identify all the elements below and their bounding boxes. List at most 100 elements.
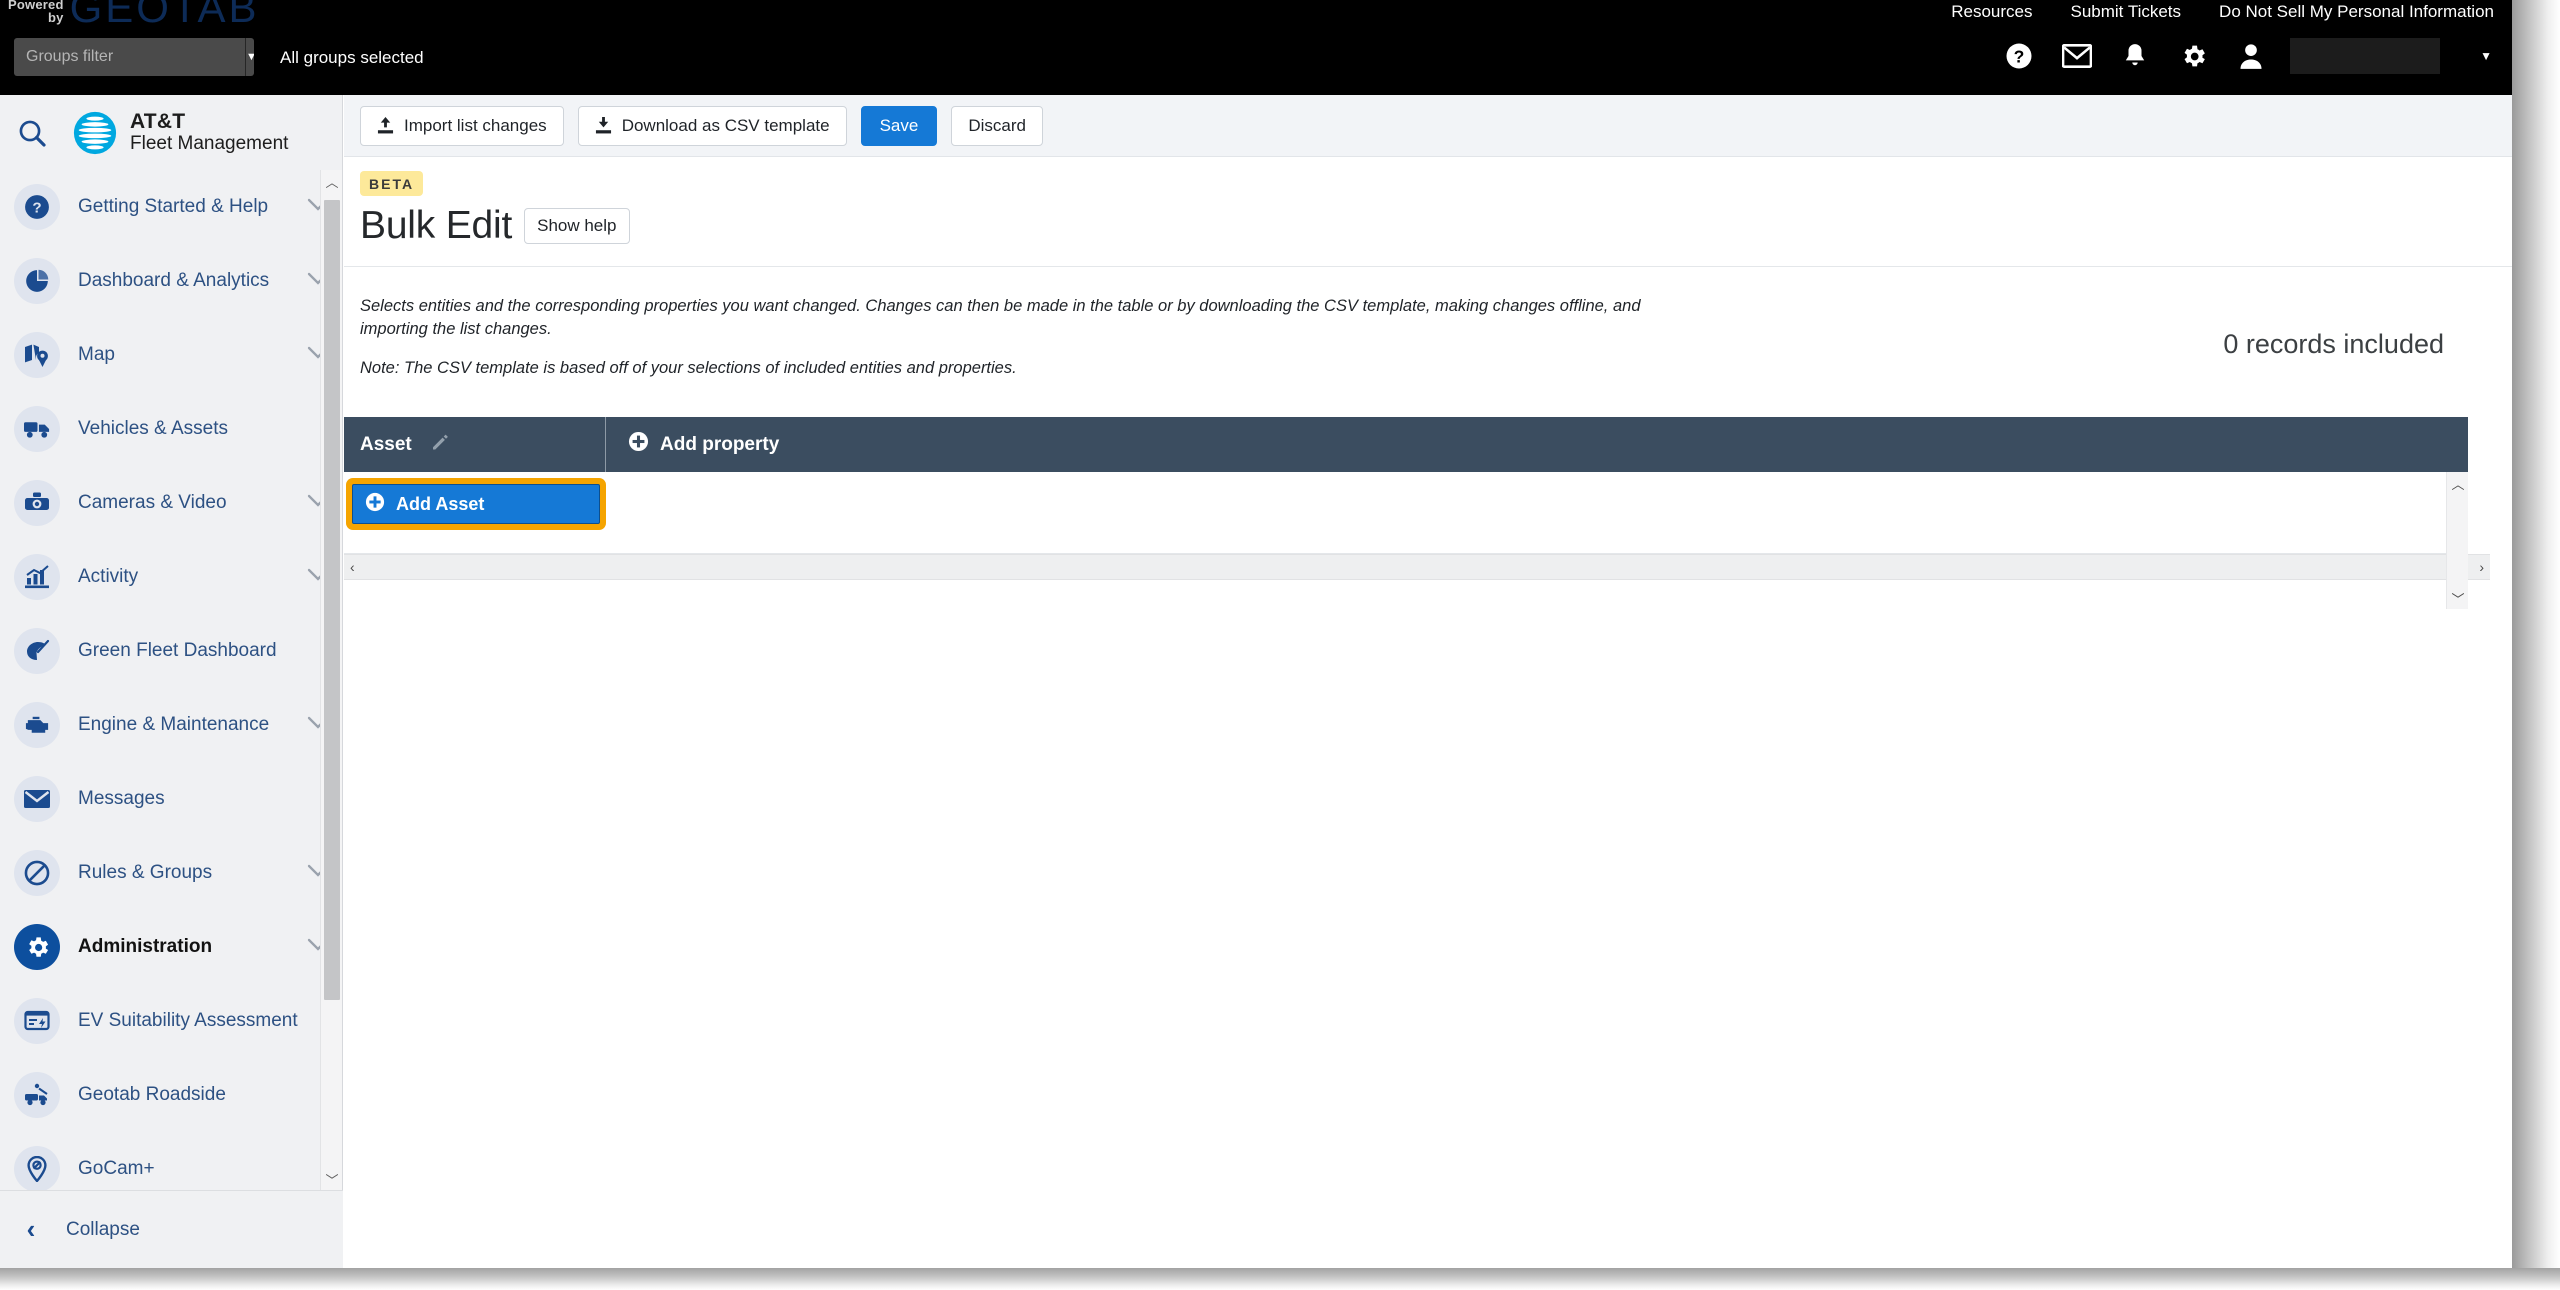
att-brand-line1: AT&T	[130, 109, 186, 133]
import-list-changes-label: Import list changes	[404, 115, 547, 135]
bell-icon[interactable]	[2120, 41, 2150, 71]
sidebar-item-label: EV Suitability Assessment	[78, 1010, 298, 1031]
records-included-count: 0 records included	[2223, 329, 2444, 359]
sidebar-item-dashboard-analytics[interactable]: Dashboard & Analytics	[0, 244, 343, 318]
all-groups-selected-label: All groups selected	[280, 48, 424, 67]
user-icon[interactable]	[2236, 41, 2266, 71]
sidebar-item-label: Cameras & Video	[78, 492, 227, 513]
sidebar-item-rules-groups[interactable]: Rules & Groups	[0, 836, 343, 910]
sidebar-scrollbar[interactable]: ︿ ﹀	[320, 170, 342, 1190]
chevron-down-icon[interactable]: ▼	[245, 38, 254, 76]
column-asset-label: Asset	[360, 433, 412, 455]
gear-icon[interactable]	[2178, 41, 2208, 71]
sidebar-collapse-button[interactable]: ‹ Collapse	[0, 1190, 343, 1268]
table-header-row: Asset Add property	[344, 417, 2468, 472]
sidebar-item-engine-maintenance[interactable]: Engine & Maintenance	[0, 688, 343, 762]
sidebar-collapse-label: Collapse	[66, 1218, 140, 1240]
scroll-up-icon[interactable]: ︿	[321, 170, 343, 192]
sidebar-item-activity[interactable]: Activity	[0, 540, 343, 614]
sidebar-item-label: Getting Started & Help	[78, 196, 269, 217]
column-asset[interactable]: Asset	[344, 417, 606, 472]
global-header: Powered by GEOTAB Resources Submit Ticke…	[0, 0, 2512, 95]
camera-pin-icon	[14, 1146, 60, 1190]
user-name-redacted[interactable]	[2290, 38, 2441, 74]
att-fleet-management-logo: AT&T Fleet Management	[72, 110, 288, 156]
sidebar: AT&T Fleet Management ? Getting Started &…	[0, 95, 343, 1268]
table-vertical-scrollbar[interactable]: ︿ ﹀	[2446, 472, 2468, 609]
sidebar-nav-list: ? Getting Started & Help Dashboard & Analy…	[0, 170, 343, 1190]
sidebar-item-label: Activity	[78, 566, 139, 587]
sidebar-item-ev-suitability-assessment[interactable]: EV Suitability Assessment	[0, 984, 343, 1058]
do-not-sell-link[interactable]: Do Not Sell My Personal Information	[2219, 2, 2494, 22]
mail-icon[interactable]	[2062, 41, 2093, 71]
bulk-edit-table: Asset Add property Add Asset ︿ ﹀ ‹ ›	[344, 417, 2512, 609]
sidebar-item-getting-started-help[interactable]: ? Getting Started & Help	[0, 170, 343, 244]
sidebar-item-gocam[interactable]: GoCam+	[0, 1132, 343, 1190]
scroll-up-icon[interactable]: ︿	[2447, 472, 2469, 494]
page-title: Bulk Edit	[360, 204, 513, 247]
svg-text:?: ?	[2014, 46, 2025, 66]
scrollbar-thumb[interactable]	[324, 200, 340, 1000]
pencil-icon[interactable]	[430, 432, 450, 458]
chevron-down-icon[interactable]: ▼	[2480, 49, 2492, 63]
page-header: BETA Bulk Edit Show help	[344, 157, 2512, 267]
engine-icon	[14, 702, 60, 748]
table-horizontal-scrollbar[interactable]: ‹ ›	[344, 554, 2490, 580]
sidebar-item-messages[interactable]: Messages	[0, 762, 343, 836]
sidebar-item-label: Engine & Maintenance	[78, 714, 270, 735]
pie-chart-icon	[14, 258, 60, 304]
sidebar-item-administration[interactable]: Administration	[0, 910, 343, 984]
upload-icon	[377, 116, 394, 135]
import-list-changes-button[interactable]: Import list changes	[360, 105, 564, 146]
att-globe-icon	[73, 111, 117, 154]
sidebar-item-geotab-roadside[interactable]: Geotab Roadside	[0, 1058, 343, 1132]
download-csv-template-button[interactable]: Download as CSV template	[577, 105, 847, 146]
table-body: Add Asset ︿ ﹀	[344, 472, 2468, 609]
powered-by-line2: by	[48, 10, 64, 25]
sidebar-item-label: Vehicles & Assets	[78, 418, 228, 439]
sidebar-item-green-fleet-dashboard[interactable]: Green Fleet Dashboard	[0, 614, 343, 688]
sidebar-item-map[interactable]: Map	[0, 318, 343, 392]
search-icon[interactable]	[14, 115, 50, 151]
groups-filter[interactable]: ▼	[14, 38, 254, 76]
add-property-button[interactable]: Add property	[606, 417, 2468, 472]
scroll-down-icon[interactable]: ﹀	[2447, 587, 2469, 609]
window-shadow-bottom	[0, 1268, 2560, 1290]
groups-filter-input[interactable]	[14, 38, 245, 76]
resources-link[interactable]: Resources	[1951, 2, 2032, 22]
download-icon	[595, 116, 612, 135]
sidebar-item-vehicles-assets[interactable]: Vehicles & Assets	[0, 392, 343, 466]
submit-tickets-link[interactable]: Submit Tickets	[2071, 2, 2182, 22]
beta-badge: BETA	[360, 171, 424, 196]
empty-content-area	[344, 580, 2512, 1140]
sidebar-item-label: Messages	[78, 788, 165, 809]
discard-button[interactable]: Discard	[951, 105, 1043, 146]
truck-icon	[14, 406, 60, 452]
scroll-down-icon[interactable]: ﹀	[321, 1168, 343, 1190]
plus-circle-icon	[628, 431, 649, 458]
map-pin-icon	[14, 332, 60, 378]
add-asset-button[interactable]: Add Asset	[352, 484, 600, 524]
ev-card-icon	[14, 998, 60, 1044]
powered-by-text: Powered by	[8, 0, 64, 28]
show-help-button[interactable]: Show help	[524, 208, 630, 244]
sidebar-item-cameras-video[interactable]: Cameras & Video	[0, 466, 343, 540]
envelope-icon	[14, 776, 60, 822]
chevron-left-icon: ‹	[26, 1214, 36, 1244]
save-button[interactable]: Save	[860, 105, 938, 146]
dashcam-icon	[14, 480, 60, 526]
help-icon[interactable]: ?	[2004, 41, 2034, 71]
scroll-left-icon[interactable]: ‹	[350, 559, 355, 575]
description-block: Selects entities and the corresponding p…	[344, 267, 2512, 417]
sidebar-item-label: GoCam+	[78, 1158, 155, 1179]
download-csv-template-label: Download as CSV template	[621, 115, 830, 135]
sidebar-header: AT&T Fleet Management	[0, 95, 342, 170]
sidebar-item-label: Administration	[78, 936, 213, 957]
application-window: Powered by GEOTAB Resources Submit Ticke…	[0, 0, 2512, 1268]
description-text: Selects entities and the corresponding p…	[360, 297, 1641, 338]
add-asset-focus-ring: Add Asset	[346, 478, 606, 530]
header-icon-bar: ? ▼	[2004, 38, 2492, 74]
sidebar-item-label: Map	[78, 344, 115, 365]
plus-circle-icon	[365, 492, 385, 517]
scroll-right-icon[interactable]: ›	[2479, 559, 2484, 575]
